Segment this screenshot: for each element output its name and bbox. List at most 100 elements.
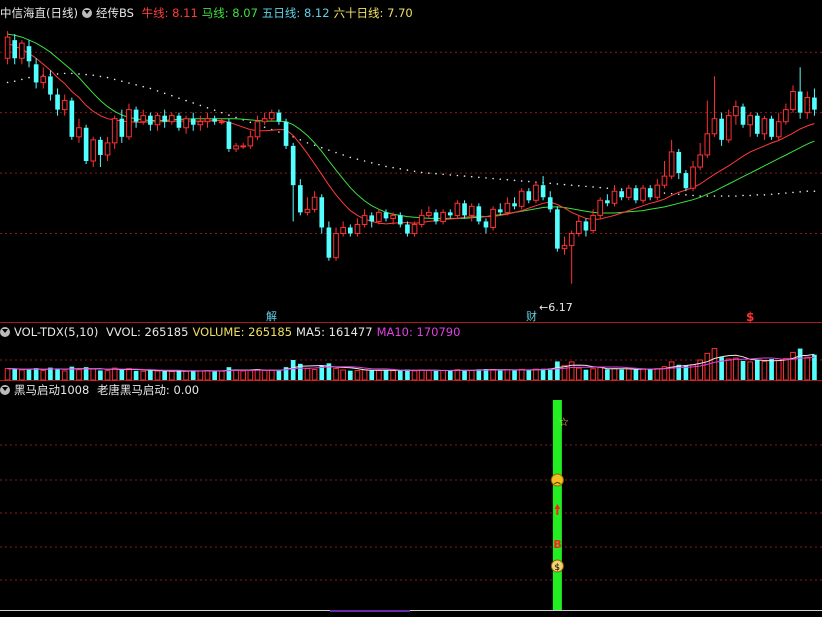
dropdown-icon[interactable]	[0, 327, 10, 337]
volume-bar	[597, 367, 604, 381]
candle-body	[583, 221, 589, 231]
dropdown-icon[interactable]	[0, 385, 10, 395]
vol-header-item: VOLUME: 265185	[192, 325, 293, 339]
volume-bar	[754, 360, 760, 380]
ma60-dot	[763, 194, 766, 196]
volume-bar	[162, 370, 167, 380]
ma60-dot	[777, 192, 780, 195]
ma60-dot	[520, 180, 523, 182]
ma60-dot	[92, 74, 95, 76]
candle-body	[240, 145, 247, 148]
volume-bar	[405, 369, 410, 380]
candle-body	[504, 202, 511, 213]
ma60-dot	[563, 183, 566, 186]
ma60-dot	[506, 178, 509, 181]
candle-body	[497, 209, 503, 213]
candle-body	[133, 109, 139, 122]
ma60-dot	[727, 195, 730, 197]
volume-bar	[468, 369, 475, 381]
volume-bar	[533, 368, 539, 381]
volume-bar	[483, 369, 489, 380]
ma60-dot	[199, 104, 202, 107]
candle-body	[533, 184, 539, 201]
ma60-dot	[813, 190, 816, 193]
ma60-dot	[463, 175, 466, 177]
candle-body	[697, 154, 704, 168]
candle-body	[561, 245, 568, 250]
marker-cai: 财	[526, 309, 537, 323]
ma60-dot	[299, 139, 302, 141]
candle-body	[148, 115, 153, 125]
ma60-dot	[106, 76, 109, 79]
volume-bar	[26, 369, 32, 380]
ma60-dot	[313, 144, 316, 147]
candle-body	[704, 133, 711, 156]
volume-bar	[190, 370, 196, 380]
ma60-dot	[142, 85, 145, 88]
candle-body	[725, 115, 732, 141]
candle-body	[512, 203, 517, 207]
candle-body	[48, 76, 53, 95]
candle-body	[290, 145, 296, 186]
candle-body	[76, 127, 82, 138]
candle-body	[426, 211, 432, 216]
ma60-dot	[692, 194, 694, 197]
candle-body	[476, 206, 482, 222]
volume-bar	[397, 370, 403, 380]
ma60-dot	[178, 97, 180, 99]
ma60-dot	[220, 111, 223, 114]
candle-body	[733, 106, 739, 117]
ma60-dot	[449, 174, 452, 176]
vol-header-item: MA5: 161477	[296, 325, 373, 339]
candle-body	[575, 220, 582, 235]
ma60-dot	[349, 156, 352, 159]
candle-body	[547, 197, 553, 210]
ma60-dot	[185, 99, 187, 102]
volume-header: VOL-TDX(5,10) VVOL: 265185 VOLUME: 265185…	[0, 324, 468, 340]
volume-bar	[19, 369, 25, 381]
ind-header-item: 老唐黑马启动: 0.00	[96, 383, 200, 397]
volume-bar	[775, 359, 782, 381]
candle-body	[411, 223, 418, 235]
volume-bar	[276, 370, 282, 380]
volume-bar	[383, 370, 389, 380]
ma60-dot	[228, 114, 230, 116]
ma60-dot	[756, 194, 759, 196]
ma60-dot	[213, 109, 216, 112]
ma60-dot	[99, 75, 102, 78]
dropdown-icon[interactable]	[81, 8, 92, 18]
ma60-dot	[792, 191, 794, 194]
ma60-dot	[128, 82, 130, 84]
volume-bar	[104, 370, 111, 381]
volume-bar	[361, 369, 368, 381]
volume-bar	[504, 369, 511, 381]
ma60-dot	[21, 78, 23, 81]
volume-bar	[462, 370, 467, 380]
candle-body	[176, 115, 182, 128]
candle-body	[247, 136, 254, 147]
ma60-dot	[528, 180, 530, 183]
candle-body	[26, 46, 32, 62]
volume-bar	[168, 370, 175, 381]
candle-body	[376, 211, 382, 222]
candle-body	[468, 205, 475, 216]
volume-bar	[76, 369, 82, 381]
ma60-dot	[677, 193, 680, 196]
volume-bar	[33, 368, 39, 380]
candle-body	[140, 115, 147, 123]
ma60-dot	[577, 184, 580, 187]
candle-body	[319, 197, 325, 228]
ma60-dot	[599, 186, 602, 189]
ma60-dot	[713, 195, 716, 197]
ma60-dot	[363, 160, 366, 162]
volume-bar	[304, 368, 311, 381]
candle-body	[254, 121, 261, 138]
ma60-dot	[28, 76, 30, 79]
volume-bar	[218, 370, 225, 381]
ma60-dot	[235, 116, 237, 119]
ma60-dot	[478, 176, 480, 179]
indicator-name: 经传BS	[95, 6, 134, 20]
candle-body	[212, 118, 217, 122]
candle-body	[590, 214, 596, 232]
candle-body	[12, 40, 18, 59]
